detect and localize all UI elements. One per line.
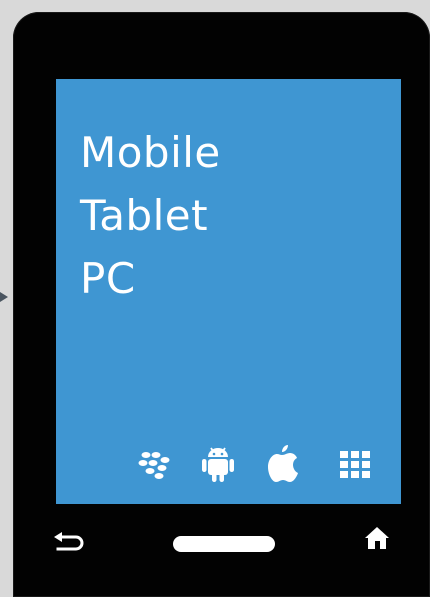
platform-icons (126, 443, 381, 483)
apple-icon (268, 445, 298, 482)
home-icon[interactable] (364, 525, 390, 551)
device-frame: Mobile Tablet PC (13, 12, 430, 597)
blackberry-icon (138, 452, 170, 479)
left-arrow-pointer-icon (0, 292, 8, 302)
back-icon[interactable] (52, 529, 86, 557)
device-screen: Mobile Tablet PC (56, 79, 401, 504)
home-pill-button[interactable] (173, 536, 275, 552)
line-mobile: Mobile (80, 128, 221, 177)
android-icon (202, 447, 234, 482)
windows-grid-icon (340, 451, 370, 478)
screen-text: Mobile Tablet PC (80, 121, 221, 310)
line-tablet: Tablet (80, 191, 209, 240)
line-pc: PC (80, 254, 136, 303)
